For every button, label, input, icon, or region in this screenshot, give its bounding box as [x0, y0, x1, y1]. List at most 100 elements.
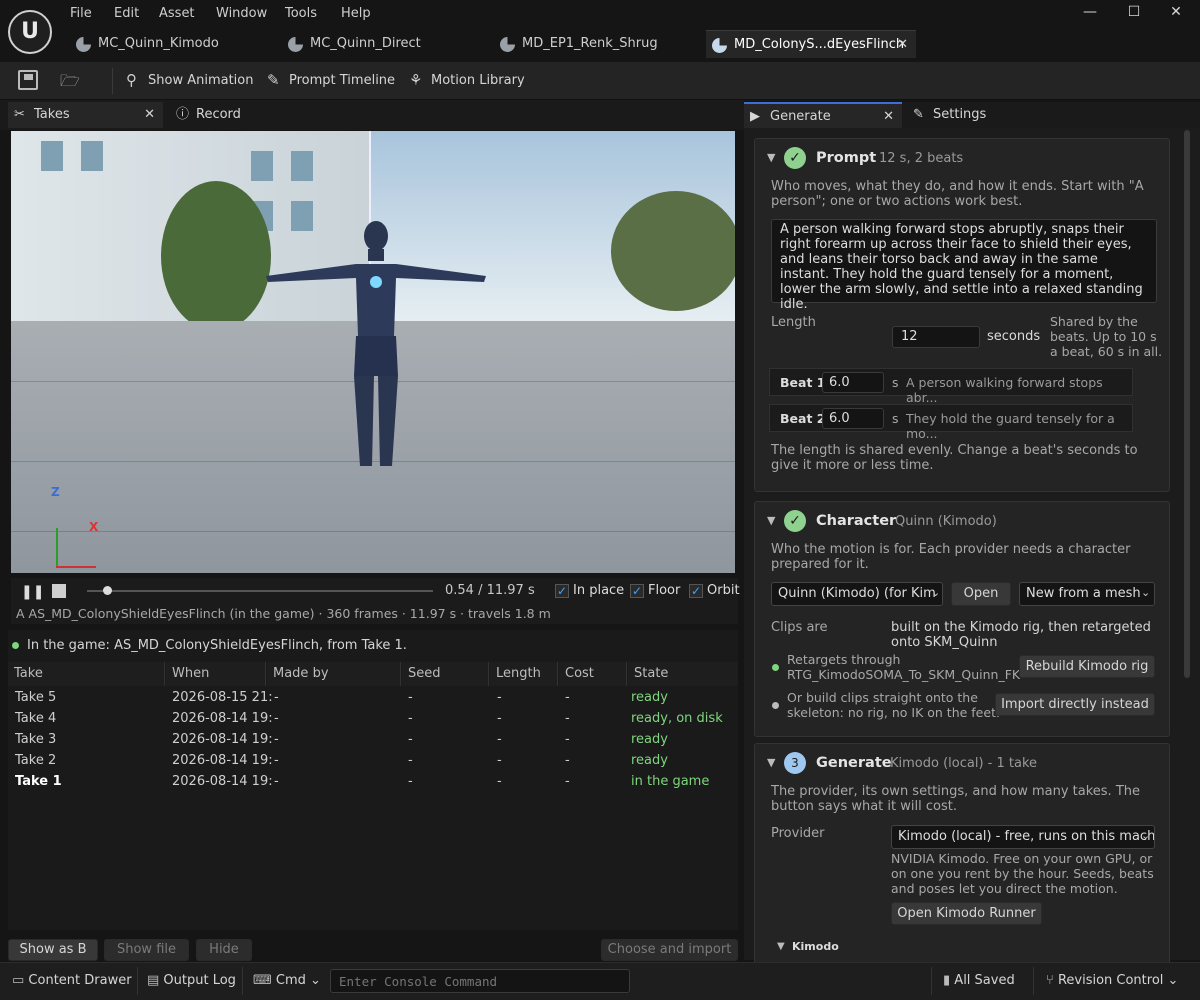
status-divider	[931, 967, 932, 995]
chevron-down-icon[interactable]: ▼	[767, 756, 775, 769]
column-header-seed[interactable]: Seed	[402, 662, 489, 686]
character-mannequin[interactable]	[256, 216, 496, 476]
viewport-tree	[611, 191, 735, 311]
revision-control-button[interactable]: ⑂ Revision Control ⌄	[1046, 973, 1178, 988]
table-row[interactable]: Take 3 2026-08-14 19: - - - - ready	[8, 729, 738, 750]
tab-generate[interactable]: ▶ Generate ✕	[744, 102, 902, 128]
doc-tab-md-colony-shield[interactable]: MD_ColonyS...dEyesFlinch ✕	[706, 30, 916, 58]
beat-1-seconds-input[interactable]: 6.0	[822, 372, 884, 393]
menu-file[interactable]: File	[70, 6, 92, 21]
stop-icon[interactable]	[52, 584, 66, 598]
building-window	[41, 141, 63, 171]
menu-edit[interactable]: Edit	[114, 6, 139, 21]
floor-checkbox[interactable]: ✓	[630, 584, 644, 598]
table-cell: -	[497, 732, 502, 747]
tab-record[interactable]: ⓘ Record	[170, 102, 290, 128]
motion-library-button[interactable]: ⚘ Motion Library	[409, 70, 525, 92]
info-icon: ⓘ	[176, 107, 190, 122]
table-row[interactable]: Take 4 2026-08-14 19: - - - - ready, on disk	[8, 708, 738, 729]
new-from-mesh-select[interactable]: New from a mesh	[1019, 582, 1155, 606]
animation-viewport[interactable]: Z X	[11, 131, 735, 573]
console-input[interactable]	[330, 969, 630, 993]
prompt-timeline-button[interactable]: ✎ Prompt Timeline	[267, 70, 395, 92]
beat-2-seconds-input[interactable]: 6.0	[822, 408, 884, 429]
chevron-down-icon[interactable]: ▼	[767, 514, 775, 527]
close-window-button[interactable]: ✕	[1161, 4, 1191, 24]
clips-are-value: built on the Kimodo rig, then retargeted…	[891, 620, 1151, 650]
tab-settings[interactable]: ✎ Settings	[907, 102, 1027, 128]
prompt-textarea[interactable]: A person walking forward stops abruptly,…	[771, 219, 1157, 312]
minimize-button[interactable]: —	[1075, 4, 1105, 24]
import-directly-button[interactable]: Import directly instead	[995, 693, 1155, 716]
column-header-take[interactable]: Take	[8, 662, 165, 686]
column-header-state[interactable]: State	[628, 662, 738, 686]
status-divider	[137, 967, 138, 995]
character-select[interactable]: Quinn (Kimodo) (for Kim	[771, 582, 943, 606]
cmd-dropdown[interactable]: ⌨ Cmd ⌄	[253, 973, 321, 988]
open-character-button[interactable]: Open	[951, 582, 1011, 606]
tab-settings-label: Settings	[933, 107, 987, 122]
scrub-track[interactable]	[87, 586, 433, 595]
content-drawer-button[interactable]: ▭ Content Drawer	[12, 973, 132, 988]
output-log-button[interactable]: ▤ Output Log	[147, 973, 236, 988]
open-runner-button[interactable]: Open Kimodo Runner	[891, 902, 1042, 925]
all-saved-button[interactable]: ▮ All Saved	[943, 973, 1015, 988]
length-input[interactable]: 12	[892, 326, 980, 348]
tab-takes[interactable]: ✂ Takes ✕	[8, 102, 163, 128]
beat-2-text[interactable]: They hold the guard tensely for a mo...	[906, 411, 1132, 441]
close-tab-icon[interactable]: ✕	[883, 104, 894, 130]
chevron-down-icon[interactable]: ▼	[777, 941, 785, 952]
doc-tab-md-ep1-renk-shrug[interactable]: MD_EP1_Renk_Shrug	[494, 30, 694, 58]
hide-button[interactable]: Hide	[196, 939, 252, 961]
table-cell: ready	[631, 732, 668, 747]
maximize-button[interactable]: ☐	[1119, 4, 1149, 24]
check-icon: ✓	[784, 510, 806, 532]
menu-window[interactable]: Window	[216, 6, 267, 21]
beat-1-text[interactable]: A person walking forward stops abr...	[906, 375, 1132, 405]
seconds-label: seconds	[987, 329, 1041, 344]
save-icon[interactable]	[18, 70, 38, 90]
provider-select[interactable]: Kimodo (local) - free, runs on this mach	[891, 825, 1155, 849]
in-place-checkbox[interactable]: ✓	[555, 584, 569, 598]
menu-help[interactable]: Help	[341, 6, 371, 21]
table-row[interactable]: Take 1 2026-08-14 19: - - - - in the game	[8, 771, 738, 792]
browse-asset-icon[interactable]: 🗁	[60, 70, 84, 90]
doc-tab-mc-quinn-direct[interactable]: MC_Quinn_Direct	[282, 30, 482, 58]
chevron-down-icon[interactable]: ▼	[767, 151, 775, 164]
table-row[interactable]: Take 5 2026-08-15 21: - - - - ready	[8, 687, 738, 708]
rebuild-rig-button[interactable]: Rebuild Kimodo rig	[1019, 655, 1155, 678]
menu-tools[interactable]: Tools	[285, 6, 317, 21]
table-cell: Take 3	[15, 732, 57, 747]
close-tab-icon[interactable]: ✕	[144, 102, 155, 128]
prompt-timeline-label: Prompt Timeline	[289, 73, 396, 88]
menu-asset[interactable]: Asset	[159, 6, 195, 21]
viewport-tree	[161, 181, 271, 331]
choose-and-import-button[interactable]: Choose and import	[601, 939, 738, 961]
column-header-cost[interactable]: Cost	[559, 662, 627, 686]
pause-icon[interactable]: ❚❚	[21, 584, 44, 600]
character-meta: Quinn (Kimodo)	[895, 514, 997, 529]
generate-section: ▼ 3 Generate Kimodo (local) - 1 take The…	[754, 743, 1170, 973]
column-header-length[interactable]: Length	[490, 662, 558, 686]
retarget-text: Retargets through RTG_KimodoSOMA_To_SKM_…	[787, 652, 1021, 682]
show-file-button[interactable]: Show file	[104, 939, 189, 961]
column-header-when[interactable]: When	[166, 662, 266, 686]
unreal-logo-icon[interactable]: U	[8, 10, 52, 54]
doc-tab-mc-quinn-kimodo[interactable]: MC_Quinn_Kimodo	[70, 30, 270, 58]
column-header-made-by[interactable]: Made by	[267, 662, 401, 686]
show-animation-label: Show Animation	[148, 73, 254, 88]
scrollbar[interactable]	[1184, 130, 1190, 678]
branch-icon: ⑂	[1046, 973, 1058, 988]
motion-asset-icon	[76, 37, 91, 52]
show-animation-button[interactable]: ⚲ Show Animation	[126, 70, 254, 92]
step-number-badge: 3	[784, 752, 806, 774]
table-cell: -	[497, 753, 502, 768]
orbit-checkbox[interactable]: ✓	[689, 584, 703, 598]
status-dot	[772, 664, 779, 671]
scrub-handle[interactable]	[102, 586, 112, 595]
close-tab-icon[interactable]: ✕	[897, 31, 908, 59]
table-cell: 2026-08-14 19:	[172, 753, 273, 768]
axis-x-label: X	[89, 520, 99, 534]
table-row[interactable]: Take 2 2026-08-14 19: - - - - ready	[8, 750, 738, 771]
show-as-b-button[interactable]: Show as B	[8, 939, 98, 961]
